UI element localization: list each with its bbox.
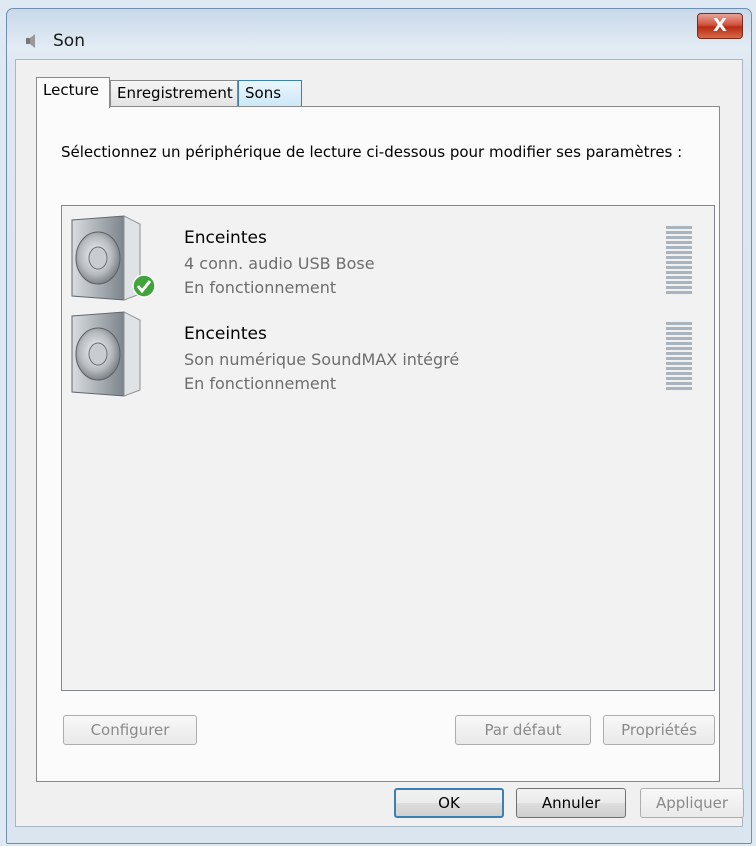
device-status: En fonctionnement [184, 278, 337, 297]
device-name: Enceintes [184, 228, 267, 248]
device-status: En fonctionnement [184, 374, 337, 393]
tab-sons[interactable]: Sons [238, 80, 302, 106]
window-title: Son [53, 31, 85, 51]
speaker-title-icon [26, 34, 35, 48]
device-item[interactable]: Enceintes Son numérique SoundMAX intégré… [68, 310, 708, 406]
properties-button[interactable]: Propriétés [603, 715, 715, 745]
configure-button[interactable]: Configurer [63, 715, 197, 745]
apply-button[interactable]: Appliquer [640, 788, 744, 818]
cancel-button[interactable]: Annuler [516, 788, 626, 818]
speaker-icon [71, 311, 141, 397]
tab-enregistrement[interactable]: Enregistrement [110, 80, 238, 106]
device-name: Enceintes [184, 324, 267, 344]
ok-button[interactable]: OK [394, 788, 504, 818]
device-description: Son numérique SoundMAX intégré [184, 350, 460, 369]
tab-lecture[interactable]: Lecture [36, 77, 110, 108]
device-item[interactable]: Enceintes 4 conn. audio USB Bose En fonc… [68, 214, 708, 310]
volume-meter [666, 322, 692, 396]
dialog-client: Lecture Enregistrement Sons Sélectionnez… [15, 59, 744, 827]
device-description: 4 conn. audio USB Bose [184, 254, 375, 273]
volume-meter [666, 226, 692, 300]
instruction-text: Sélectionnez un périphérique de lecture … [61, 143, 683, 161]
close-button[interactable]: X [697, 13, 743, 39]
tab-panel: Sélectionnez un périphérique de lecture … [36, 106, 720, 782]
device-list: Enceintes 4 conn. audio USB Bose En fonc… [61, 205, 715, 691]
set-default-button[interactable]: Par défaut [455, 715, 591, 745]
check-icon [132, 274, 156, 298]
sound-dialog: Son X Lecture Enregistrement Sons Sélect… [6, 8, 752, 844]
